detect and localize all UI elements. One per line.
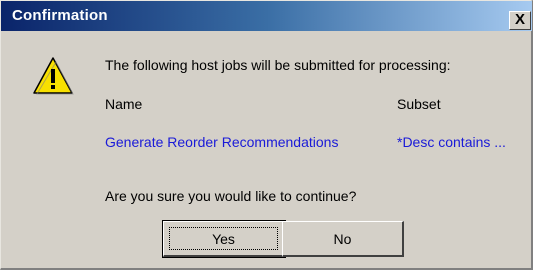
yes-button-label: Yes: [169, 227, 278, 250]
no-button[interactable]: No: [282, 221, 404, 257]
job-subset: *Desc contains ...: [397, 134, 506, 150]
name-column-header: Name: [105, 96, 143, 112]
message-text: The following host jobs will be submitte…: [105, 57, 451, 73]
subset-column-header: Subset: [397, 96, 441, 112]
job-name: Generate Reorder Recommendations: [105, 134, 339, 150]
close-icon: X: [515, 11, 526, 28]
warning-icon: [33, 57, 74, 95]
dialog-title: Confirmation: [12, 7, 108, 24]
yes-button[interactable]: Yes: [162, 220, 286, 258]
confirmation-dialog: Confirmation X The following host jobs w…: [0, 0, 533, 270]
confirmation-question: Are you sure you would like to continue?: [105, 188, 357, 204]
close-button[interactable]: X: [509, 11, 531, 30]
title-bar[interactable]: Confirmation: [1, 1, 532, 31]
